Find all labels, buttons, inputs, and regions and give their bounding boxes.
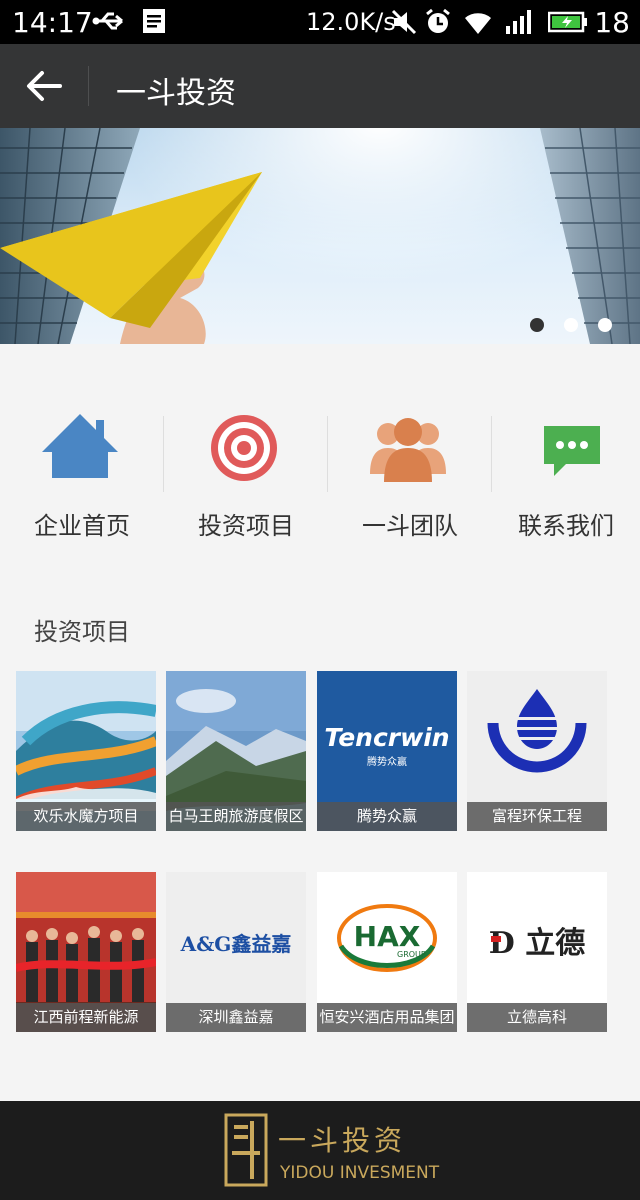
banner-image: [0, 128, 640, 344]
title-bar: 一斗投资: [0, 44, 640, 128]
nav-company-home[interactable]: 企业首页: [0, 344, 164, 562]
wifi-icon: [465, 13, 491, 34]
project-caption: 江西前程新能源: [16, 1003, 156, 1032]
project-card[interactable]: 富程环保工程: [467, 671, 607, 831]
usb-icon: [92, 12, 123, 30]
notification-icon: [143, 9, 165, 33]
brand-logo-icon: [224, 1113, 268, 1187]
back-arrow-icon[interactable]: [24, 68, 64, 104]
project-card[interactable]: 欢乐水魔方项目: [16, 671, 156, 831]
banner-carousel[interactable]: [0, 128, 640, 344]
nav-label: 投资项目: [198, 512, 294, 540]
project-card[interactable]: 白马王朗旅游度假区: [166, 671, 306, 831]
project-caption: 白马王朗旅游度假区: [166, 802, 306, 831]
project-caption: 富程环保工程: [467, 802, 607, 831]
nav-label: 联系我们: [518, 512, 614, 540]
project-caption: 立德高科: [467, 1003, 607, 1032]
project-card[interactable]: D 立德 立德高科: [467, 872, 607, 1032]
project-card[interactable]: 江西前程新能源: [16, 872, 156, 1032]
project-logo-text: D 立德: [488, 926, 586, 961]
project-logo-sub: 腾势众赢: [367, 757, 407, 768]
project-caption: 腾势众赢: [317, 802, 457, 831]
quick-nav: 企业首页 投资项目 一斗团队 联系我们: [0, 344, 640, 562]
logo-accent: [491, 936, 501, 942]
alarm-icon: [426, 8, 450, 33]
carousel-dot[interactable]: [598, 318, 612, 332]
mute-icon: [391, 9, 417, 35]
nav-investment-projects[interactable]: 投资项目: [164, 344, 328, 562]
battery-percent: 18: [594, 6, 630, 39]
status-bar: 14:17 12.0K/s 18: [0, 0, 640, 44]
clock: 14:17: [12, 6, 93, 39]
battery-icon: [548, 11, 587, 33]
project-caption: 深圳鑫益嘉: [166, 1003, 306, 1032]
carousel-dots: [530, 318, 612, 332]
footer-brand-en: YIDOU INVESMENT: [280, 1163, 440, 1183]
section-title: 投资项目: [34, 618, 130, 646]
target-icon: [211, 415, 277, 481]
project-logo-text: Tencrwin: [324, 723, 450, 752]
network-speed: 12.0K/s: [306, 8, 396, 36]
nav-label: 企业首页: [34, 512, 130, 540]
project-logo-text: HAX: [353, 920, 421, 953]
project-logo-text: A&G鑫益嘉: [180, 932, 292, 956]
project-logo-sub: GROUP: [397, 950, 426, 959]
nav-team[interactable]: 一斗团队: [328, 344, 492, 562]
project-card[interactable]: HAX GROUP 恒安兴酒店用品集团: [317, 872, 457, 1032]
chat-icon: [544, 426, 600, 476]
signal-icon: [506, 10, 531, 34]
footer: 一斗投资 YIDOU INVESMENT: [0, 1101, 640, 1200]
project-card[interactable]: A&G鑫益嘉 深圳鑫益嘉: [166, 872, 306, 1032]
project-card[interactable]: Tencrwin 腾势众赢 腾势众赢: [317, 671, 457, 831]
house-icon: [42, 414, 118, 478]
carousel-dot[interactable]: [530, 318, 544, 332]
project-caption: 恒安兴酒店用品集团: [317, 1003, 457, 1032]
carousel-dot[interactable]: [564, 318, 578, 332]
title-divider: [88, 66, 89, 106]
team-icon: [370, 418, 446, 482]
page-title: 一斗投资: [116, 76, 236, 111]
nav-label: 一斗团队: [362, 512, 458, 540]
project-caption: 欢乐水魔方项目: [16, 802, 156, 831]
footer-brand: 一斗投资: [278, 1124, 407, 1157]
nav-contact[interactable]: 联系我们: [492, 344, 640, 562]
